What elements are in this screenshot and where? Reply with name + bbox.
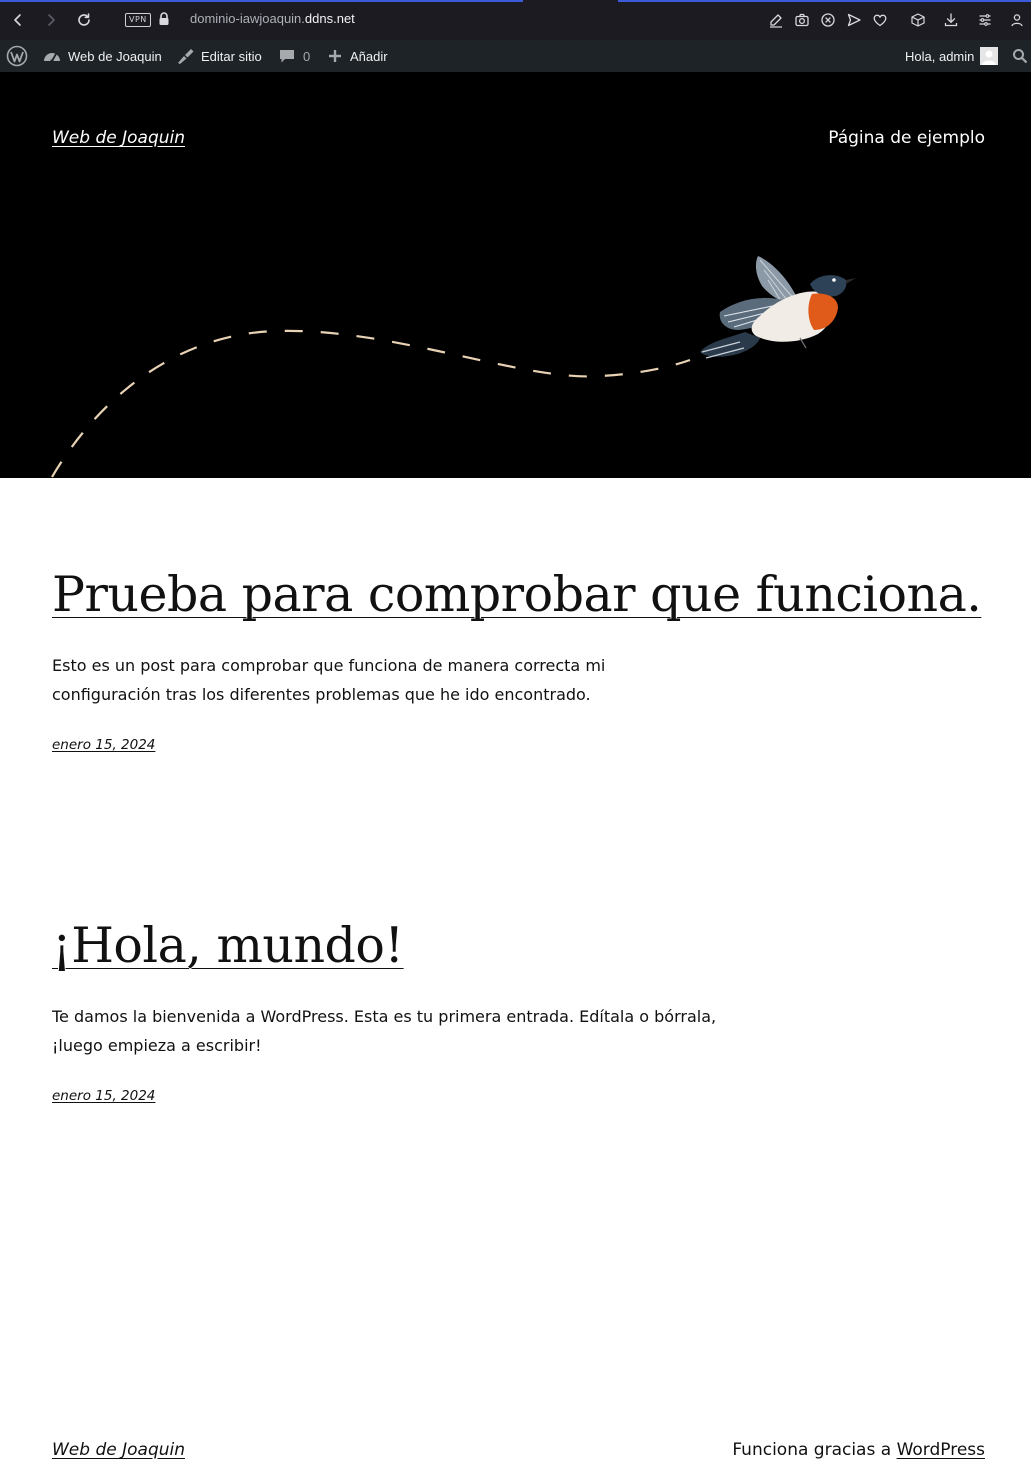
wordpress-logo-icon[interactable] <box>6 40 28 72</box>
plus-icon <box>329 50 341 62</box>
user-account-menu[interactable]: Hola, admin <box>905 40 999 72</box>
wp-admin-bar: Web de Joaquin Editar sitio 0 Añadir Hol… <box>0 40 1031 72</box>
search-icon[interactable] <box>1012 40 1028 72</box>
user-greeting: Hola, admin <box>905 48 975 64</box>
footer-credit-text: Funciona gracias a <box>732 1440 897 1460</box>
brush-icon <box>178 49 194 64</box>
edit-icon[interactable] <box>764 8 788 32</box>
url-prefix: dominio-iawjoaquin. <box>190 11 305 26</box>
admin-bar-site-name: Web de Joaquin <box>68 48 162 64</box>
page-load-indicator-secondary <box>618 0 1031 2</box>
close-circle-icon[interactable] <box>816 8 840 32</box>
footer-credit: Funciona gracias a WordPress <box>732 1440 985 1460</box>
add-new-button[interactable]: Añadir <box>327 40 388 72</box>
comments-count: 0 <box>303 48 311 64</box>
edit-site-label: Editar sitio <box>201 48 262 64</box>
add-new-label: Añadir <box>350 48 388 64</box>
vpn-badge[interactable]: VPN <box>125 13 151 27</box>
comment-icon <box>280 50 294 63</box>
menu-icon[interactable] <box>973 8 997 32</box>
comments-button[interactable]: 0 <box>278 40 310 72</box>
footer-site-title-link[interactable]: Web de Joaquin <box>52 1440 185 1460</box>
download-icon[interactable] <box>939 8 963 32</box>
avatar <box>980 47 999 65</box>
post-excerpt: Esto es un post para comprobar que funci… <box>52 656 606 704</box>
page-load-indicator <box>0 0 523 2</box>
nav-link-sample-page[interactable]: Página de ejemplo <box>828 128 985 148</box>
edit-site-button[interactable]: Editar sitio <box>175 40 262 72</box>
post-title-link[interactable]: Prueba para comprobar que funciona. <box>52 566 982 623</box>
url-domain: ddns.net <box>304 11 355 26</box>
dashboard-icon <box>44 53 60 63</box>
wordpress-link[interactable]: WordPress <box>897 1440 985 1460</box>
cube-icon[interactable] <box>906 8 930 32</box>
site-title-link[interactable]: Web de Joaquin <box>52 128 185 148</box>
heart-icon[interactable] <box>868 8 892 32</box>
reload-icon[interactable] <box>72 8 96 32</box>
back-icon[interactable] <box>6 8 30 32</box>
camera-icon[interactable] <box>790 8 814 32</box>
post-title-link[interactable]: ¡Hola, mundo! <box>52 917 404 974</box>
browser-toolbar: VPN dominio-iawjoaquin.ddns.net <box>0 0 1031 40</box>
address-bar[interactable]: dominio-iawjoaquin.ddns.net <box>190 11 355 26</box>
site-header: Web de Joaquin Página de ejemplo <box>0 72 1031 478</box>
profile-icon[interactable] <box>1005 8 1029 32</box>
post-excerpt: Te damos la bienvenida a WordPress. Esta… <box>52 1007 717 1055</box>
lock-icon[interactable] <box>157 11 171 27</box>
forward-icon[interactable] <box>39 8 63 32</box>
admin-bar-site-link[interactable]: Web de Joaquin <box>43 40 162 72</box>
post-date-link[interactable]: enero 15, 2024 <box>52 1088 155 1104</box>
post-date-link[interactable]: enero 15, 2024 <box>52 737 155 753</box>
send-icon[interactable] <box>842 8 866 32</box>
